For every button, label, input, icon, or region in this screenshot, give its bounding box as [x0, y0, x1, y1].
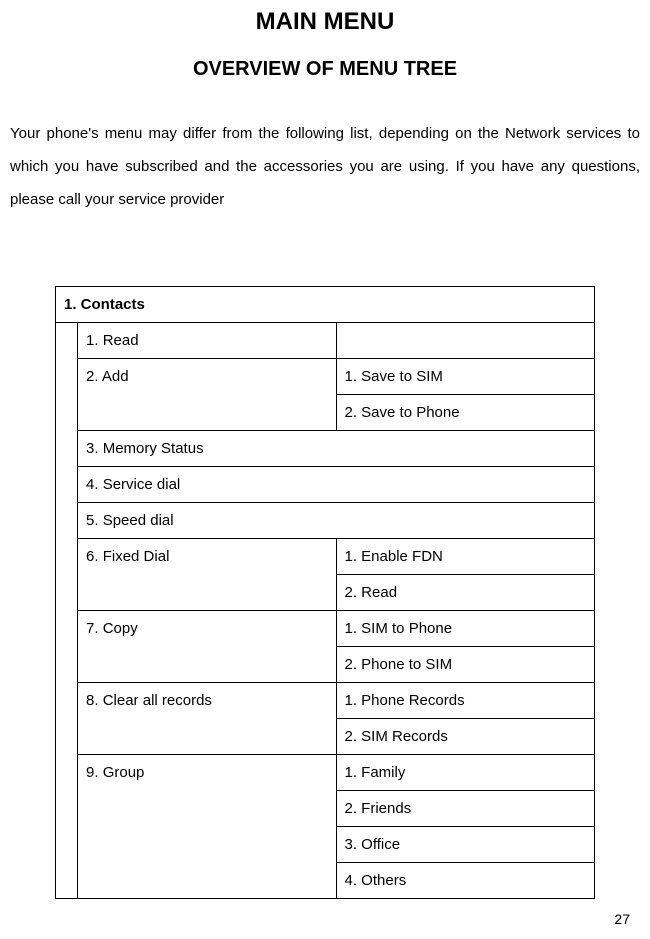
table-row: 1. Read	[56, 323, 595, 359]
menu-item: 2. Add	[78, 359, 336, 431]
menu-item: 4. Service dial	[78, 467, 595, 503]
submenu-item: 2. Phone to SIM	[336, 647, 595, 683]
submenu-item: 2. SIM Records	[336, 719, 595, 755]
menu-item: 8. Clear all records	[78, 683, 336, 755]
menu-tree-table: 1. Contacts 1. Read 2. Add 1. Save to SI…	[55, 286, 595, 899]
submenu-item: 1. Family	[336, 755, 595, 791]
table-row: 5. Speed dial	[56, 503, 595, 539]
submenu-item: 2. Read	[336, 575, 595, 611]
section-header: 1. Contacts	[56, 287, 595, 323]
submenu-item: 1. SIM to Phone	[336, 611, 595, 647]
page-subtitle: OVERVIEW OF MENU TREE	[10, 58, 640, 81]
table-row: 2. Add 1. Save to SIM	[56, 359, 595, 395]
menu-item: 3. Memory Status	[78, 431, 595, 467]
indent-cell	[56, 323, 78, 899]
menu-item: 1. Read	[78, 323, 336, 359]
table-row: 1. Contacts	[56, 287, 595, 323]
intro-paragraph: Your phone's menu may differ from the fo…	[10, 117, 640, 216]
submenu-item: 2. Friends	[336, 791, 595, 827]
submenu-item: 1. Phone Records	[336, 683, 595, 719]
submenu-item: 1. Enable FDN	[336, 539, 595, 575]
menu-item: 6. Fixed Dial	[78, 539, 336, 611]
submenu-item: 4. Others	[336, 863, 595, 899]
table-row: 8. Clear all records 1. Phone Records	[56, 683, 595, 719]
menu-item: 5. Speed dial	[78, 503, 595, 539]
menu-item: 9. Group	[78, 755, 336, 899]
table-row: 7. Copy 1. SIM to Phone	[56, 611, 595, 647]
table-row: 9. Group 1. Family	[56, 755, 595, 791]
table-row: 6. Fixed Dial 1. Enable FDN	[56, 539, 595, 575]
table-row: 4. Service dial	[56, 467, 595, 503]
submenu-item: 1. Save to SIM	[336, 359, 595, 395]
table-row: 3. Memory Status	[56, 431, 595, 467]
page-number: 27	[614, 911, 630, 927]
submenu-item: 3. Office	[336, 827, 595, 863]
page-title: MAIN MENU	[10, 8, 640, 36]
menu-item: 7. Copy	[78, 611, 336, 683]
submenu-item: 2. Save to Phone	[336, 395, 595, 431]
submenu-item	[336, 323, 595, 359]
